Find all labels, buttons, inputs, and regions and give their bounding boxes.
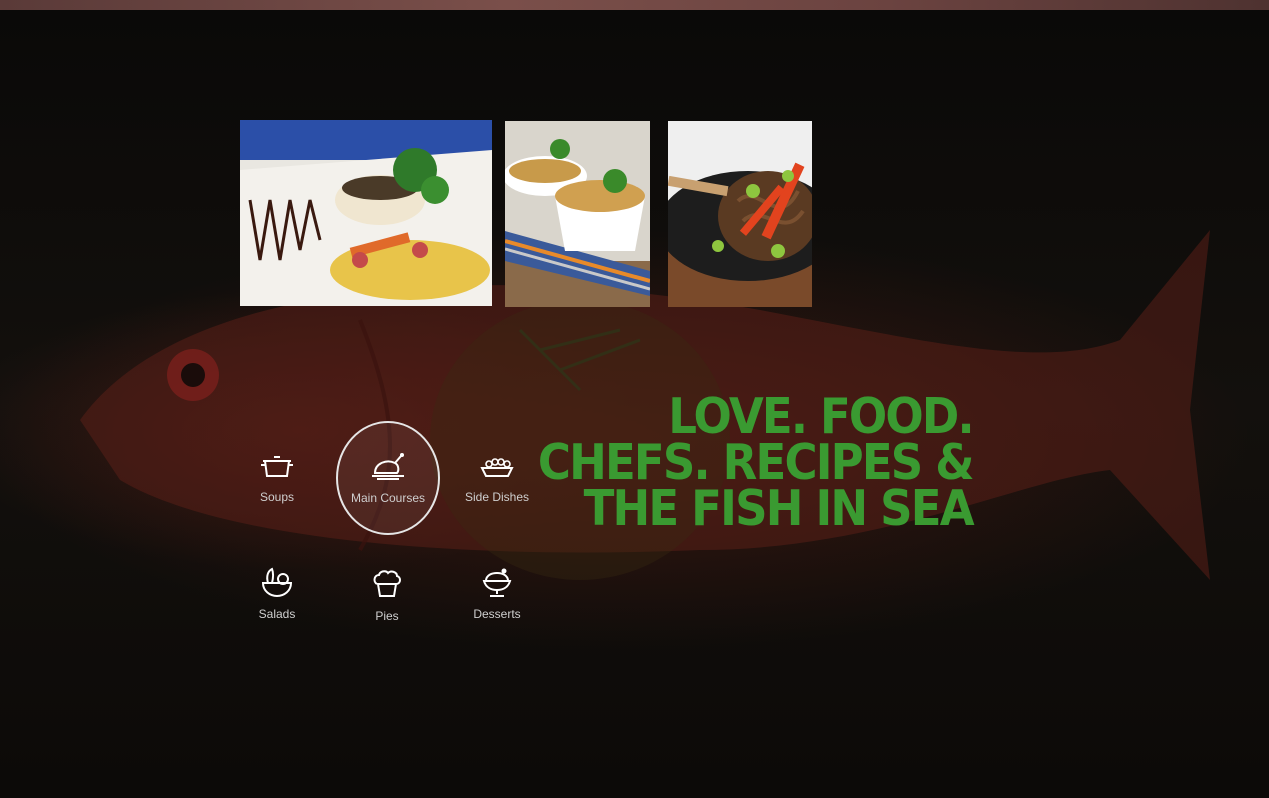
category-label-side-dishes: Side Dishes — [464, 490, 530, 504]
headline-line-3: THE FISH IN SEA — [583, 480, 975, 537]
category-soups[interactable]: Soups — [225, 450, 329, 504]
category-label-desserts: Desserts — [473, 607, 521, 621]
side-dish-icon — [480, 458, 514, 477]
pot-icon — [261, 456, 293, 477]
category-label-main-courses: Main Courses — [350, 491, 426, 505]
roast-chicken-icon — [372, 453, 404, 480]
category-label-soups: Soups — [259, 490, 295, 504]
dessert-cup-icon — [482, 568, 512, 597]
hero-headline: LOVE. FOOD. CHEFS. RECIPES & THE FISH IN… — [538, 392, 975, 537]
category-label-pies: Pies — [375, 609, 399, 623]
pie-icon — [373, 570, 401, 597]
gallery-photo-fish[interactable] — [240, 120, 492, 306]
top-banner-strip — [0, 0, 1269, 10]
category-salads[interactable]: Salads — [225, 567, 329, 621]
gallery-photo-noodles[interactable] — [668, 121, 812, 307]
category-pies[interactable]: Pies — [335, 569, 439, 623]
category-label-salads: Salads — [258, 607, 296, 621]
category-side-dishes[interactable]: Side Dishes — [445, 450, 549, 504]
salad-bowl-icon — [261, 567, 293, 598]
category-main-courses[interactable]: Main Courses — [336, 421, 440, 535]
gallery-photo-curry[interactable] — [505, 121, 650, 307]
category-desserts[interactable]: Desserts — [445, 567, 549, 621]
